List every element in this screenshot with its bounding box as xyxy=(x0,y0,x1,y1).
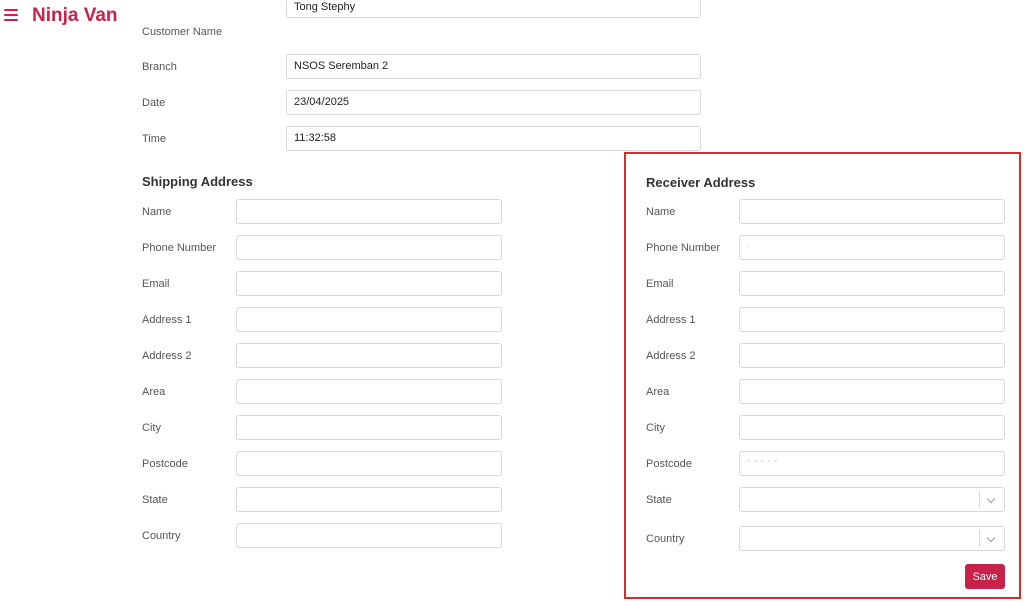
shipping-city-label: City xyxy=(142,422,161,434)
chevron-down-icon[interactable] xyxy=(979,491,1004,508)
receiver-postcode-input[interactable]: - - - - - xyxy=(739,451,1005,476)
date-field[interactable]: 23/04/2025 xyxy=(286,90,701,115)
shipping-area-label: Area xyxy=(142,386,166,398)
time-field[interactable]: 11:32:58 xyxy=(286,126,701,151)
customer-name-field[interactable]: Tong Stephy xyxy=(286,0,701,18)
receiver-country-label: Country xyxy=(646,533,685,545)
branch-value: NSOS Seremban 2 xyxy=(294,60,389,72)
receiver-phone-input[interactable]: · xyxy=(739,235,1005,260)
shipping-name-label: Name xyxy=(142,206,172,218)
time-value: 11:32:58 xyxy=(294,132,337,144)
receiver-email-label: Email xyxy=(646,278,674,290)
save-button[interactable]: Save xyxy=(965,564,1005,589)
shipping-country-label: Country xyxy=(142,530,181,542)
receiver-name-label: Name xyxy=(646,206,676,218)
receiver-email-input[interactable] xyxy=(739,271,1005,296)
time-label: Time xyxy=(142,133,167,145)
branch-label: Branch xyxy=(142,61,177,73)
receiver-address2-input[interactable] xyxy=(739,343,1005,368)
shipping-address-title: Shipping Address xyxy=(142,174,253,189)
shipping-email-input[interactable] xyxy=(236,271,502,296)
receiver-city-input[interactable] xyxy=(739,415,1005,440)
receiver-state-label: State xyxy=(646,494,672,506)
shipping-email-label: Email xyxy=(142,278,170,290)
shipping-city-input[interactable] xyxy=(236,415,502,440)
receiver-area-input[interactable] xyxy=(739,379,1005,404)
shipping-postcode-input[interactable] xyxy=(236,451,502,476)
shipping-address1-input[interactable] xyxy=(236,307,502,332)
shipping-postcode-label: Postcode xyxy=(142,458,188,470)
receiver-country-select[interactable] xyxy=(739,526,1005,551)
receiver-address1-input[interactable] xyxy=(739,307,1005,332)
receiver-state-select[interactable] xyxy=(739,487,1005,512)
receiver-postcode-label: Postcode xyxy=(646,458,692,470)
receiver-address2-label: Address 2 xyxy=(646,350,696,362)
shipping-state-label: State xyxy=(142,494,168,506)
branch-field[interactable]: NSOS Seremban 2 xyxy=(286,54,701,79)
receiver-address-title: Receiver Address xyxy=(646,175,756,190)
chevron-down-icon[interactable] xyxy=(979,530,1004,547)
receiver-city-label: City xyxy=(646,422,665,434)
receiver-address1-label: Address 1 xyxy=(646,314,696,326)
shipping-country-input[interactable] xyxy=(236,523,502,548)
shipping-name-input[interactable] xyxy=(236,199,502,224)
date-label: Date xyxy=(142,97,166,109)
customer-name-value: Tong Stephy xyxy=(294,1,356,13)
shipping-address1-label: Address 1 xyxy=(142,314,192,326)
shipping-phone-input[interactable] xyxy=(236,235,502,260)
brand-logo: Ninja Van xyxy=(32,5,118,26)
shipping-address2-input[interactable] xyxy=(236,343,502,368)
shipping-state-input[interactable] xyxy=(236,487,502,512)
shipping-area-input[interactable] xyxy=(236,379,502,404)
shipping-phone-label: Phone Number xyxy=(142,242,216,254)
receiver-area-label: Area xyxy=(646,386,670,398)
hamburger-menu-icon[interactable] xyxy=(4,6,18,22)
date-value: 23/04/2025 xyxy=(294,96,350,108)
shipping-address2-label: Address 2 xyxy=(142,350,192,362)
customer-name-label: Customer Name xyxy=(142,26,223,35)
receiver-phone-label: Phone Number xyxy=(646,242,720,254)
receiver-name-input[interactable] xyxy=(739,199,1005,224)
